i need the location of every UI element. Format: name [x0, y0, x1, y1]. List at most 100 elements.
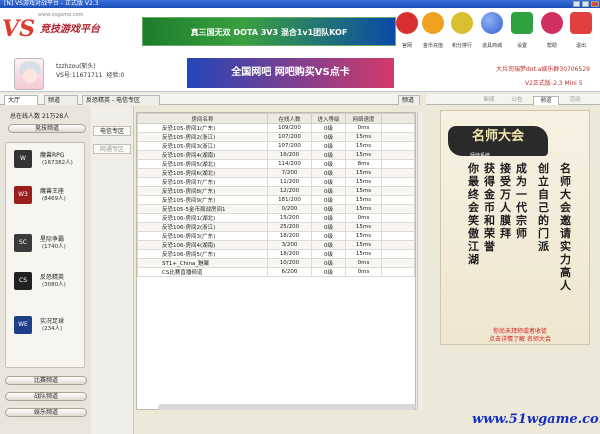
- home-label[interactable]: 官网: [393, 42, 421, 49]
- tab-hall[interactable]: 大厅: [4, 95, 38, 105]
- exit-icon[interactable]: [570, 12, 592, 34]
- ad-banner-card[interactable]: 全国网吧 网吧购买VS点卡: [187, 58, 394, 88]
- game-item-warcraft-rpg[interactable]: W 魔兽RPG (167382人): [12, 148, 80, 172]
- region-telecom[interactable]: 电信专区: [93, 126, 131, 136]
- table-row[interactable]: 反恐105-房间2(浙江) 107/200 0级 15ms: [137, 132, 415, 142]
- empty-cell: [381, 222, 415, 232]
- poster-line: 接受万人膜拜: [500, 162, 511, 240]
- table-row[interactable]: CS比赛直播频道 6/200 0级 0ms: [137, 267, 415, 277]
- table-row[interactable]: 反恐106-房间3(广东) 18/200 0级 15ms: [137, 231, 415, 241]
- room-name-cell: 反恐105-房间1(广东): [137, 123, 268, 133]
- ping-cell: 15ms: [345, 132, 382, 142]
- entertainment-channel-button[interactable]: 娱乐频道: [5, 408, 87, 417]
- avatar-face: [23, 69, 37, 83]
- logo-name: 竞技游戏平台: [40, 24, 100, 35]
- ad-banner-games[interactable]: 真三国无双 DOTA 3V3 混合1v1团队KOF: [142, 17, 396, 46]
- room-name-cell: 反恐105-房间2(浙江): [137, 132, 268, 142]
- online-count: 总在线人数 21万28人: [10, 111, 69, 120]
- table-row[interactable]: 反恐106-房间4(湖南) 3/200 0级 15ms: [137, 240, 415, 250]
- close-button[interactable]: [591, 1, 599, 7]
- tab-right-channel[interactable]: 频道: [533, 96, 559, 105]
- tab-channel[interactable]: 频道: [44, 95, 78, 105]
- level-cell: 0级: [311, 123, 346, 133]
- table-row[interactable]: 反恐105-房间6(湖北) 7/200 0级 15ms: [137, 168, 415, 178]
- table-row[interactable]: 反恐105-房间4(湖南) 16/200 0级 15ms: [137, 150, 415, 160]
- level-cell: 0级: [311, 168, 346, 178]
- recharge-label[interactable]: 金币充值: [419, 42, 447, 49]
- level-cell: 0级: [311, 231, 346, 241]
- level-cell: 0级: [311, 267, 346, 277]
- ping-cell: 0ms: [345, 123, 382, 133]
- level-cell: 0级: [311, 177, 346, 187]
- heart-icon[interactable]: [396, 12, 418, 34]
- region-netcom[interactable]: 网通专区: [93, 144, 131, 154]
- empty-cell: [381, 258, 415, 268]
- ping-cell: 15ms: [345, 141, 382, 151]
- table-row[interactable]: 反恐106-房间1(湖北) 15/200 0级 0ms: [137, 213, 415, 223]
- breadcrumb[interactable]: 反恐精英 - 电信专区: [82, 95, 160, 105]
- table-row[interactable]: 反恐105-房间5(湖北) 114/200 0级 8ms: [137, 159, 415, 169]
- room-name-cell: 反恐105-房间8(广东): [137, 186, 268, 196]
- room-name-cell: 反恐106-房间3(广东): [137, 231, 268, 241]
- empty-cell: [381, 267, 415, 277]
- wc3-icon: W3: [14, 186, 32, 204]
- table-row[interactable]: ST1+_China_魅聚 10/200 0级 0ms: [137, 258, 415, 268]
- table-row[interactable]: 反恐105-5金币局战房间1 0/200 0级 15ms: [137, 204, 415, 214]
- table-row[interactable]: 反恐105-房间7(广东) 11/200 0级 15ms: [137, 177, 415, 187]
- col-ping[interactable]: 网络速度: [345, 113, 382, 124]
- table-row[interactable]: 反恐106-房间5(广东) 18/200 0级 15ms: [137, 249, 415, 259]
- online-cell: 107/200: [267, 132, 312, 142]
- col-level[interactable]: 进入等级: [311, 113, 346, 124]
- col-online[interactable]: 在线人数: [267, 113, 312, 124]
- table-row[interactable]: 反恐106-房间2(浙江) 25/200 0级 15ms: [137, 222, 415, 232]
- empty-cell: [381, 168, 415, 178]
- horizontal-scrollbar[interactable]: [158, 404, 416, 410]
- online-cell: 10/200: [267, 258, 312, 268]
- level-cell: 0级: [311, 249, 346, 259]
- game-item-starcraft[interactable]: SC 星际争霸 (1740人): [12, 232, 80, 256]
- col-room-name[interactable]: 房间名称: [137, 113, 268, 124]
- trophy-icon[interactable]: [451, 12, 473, 34]
- mentor-detail-link[interactable]: 点击详情了解 名师大会: [470, 334, 570, 343]
- team-channel-button[interactable]: 战队频道: [5, 392, 87, 401]
- tab-notice[interactable]: 公告: [504, 96, 530, 105]
- coin-icon[interactable]: [422, 12, 444, 34]
- exit-label[interactable]: 退出: [567, 42, 595, 49]
- tab-news[interactable]: 新闻: [476, 96, 502, 105]
- table-row[interactable]: 反恐105-房间1(广东) 109/200 0级 0ms: [137, 123, 415, 133]
- vertical-scrollbar[interactable]: [417, 112, 423, 410]
- settings-label[interactable]: 设置: [508, 42, 536, 49]
- ranking-label[interactable]: 积分排行: [448, 42, 476, 49]
- empty-cell: [381, 132, 415, 142]
- level-cell: 0级: [311, 195, 346, 205]
- game-item-warcraft-throne[interactable]: W3 魔兽王座 (8469人): [12, 184, 80, 208]
- shop-label[interactable]: 道具商城: [478, 42, 506, 49]
- channel-button[interactable]: 频道: [398, 95, 420, 105]
- avatar[interactable]: [14, 58, 44, 90]
- table-row[interactable]: 反恐105-房间8(广东) 12/200 0级 15ms: [137, 186, 415, 196]
- maximize-button[interactable]: [582, 1, 589, 7]
- online-cell: 16/200: [267, 150, 312, 160]
- game-count: (3080人): [42, 282, 66, 288]
- empty-cell: [381, 195, 415, 205]
- gear-icon[interactable]: [511, 12, 533, 34]
- room-name-cell: 反恐105-房间5(湖北): [137, 159, 268, 169]
- room-table: 房间名称 在线人数 进入等级 网络速度 反恐105-房间1(广东) 109/200…: [136, 112, 416, 410]
- globe-icon[interactable]: [481, 12, 503, 34]
- game-item-winning-eleven[interactable]: WE 实况足球 (234人): [12, 314, 80, 338]
- empty-cell: [381, 240, 415, 250]
- competitive-channel-button[interactable]: 竞技频道: [8, 124, 86, 133]
- minimize-button[interactable]: [573, 1, 580, 7]
- room-name-cell: 反恐105-房间7(广东): [137, 177, 268, 187]
- table-row[interactable]: 反恐105-房间9(广东) 181/200 0级 15ms: [137, 195, 415, 205]
- match-channel-button[interactable]: 比赛频道: [5, 376, 87, 385]
- level-cell: 0级: [311, 159, 346, 169]
- help-label[interactable]: 帮助: [538, 42, 566, 49]
- game-item-counter-strike[interactable]: CS 反恐精英 (3080人): [12, 270, 80, 294]
- help-icon[interactable]: [541, 12, 563, 34]
- table-row[interactable]: 反恐105-房间3(浙江) 107/200 0级 15ms: [137, 141, 415, 151]
- tab-events[interactable]: 活动: [562, 96, 588, 105]
- ping-cell: 0ms: [345, 213, 382, 223]
- poster-subtitle: 师徒系统: [470, 153, 491, 159]
- window-title: [N] VS游戏对战平台 - 正式版 V2.3: [4, 0, 99, 7]
